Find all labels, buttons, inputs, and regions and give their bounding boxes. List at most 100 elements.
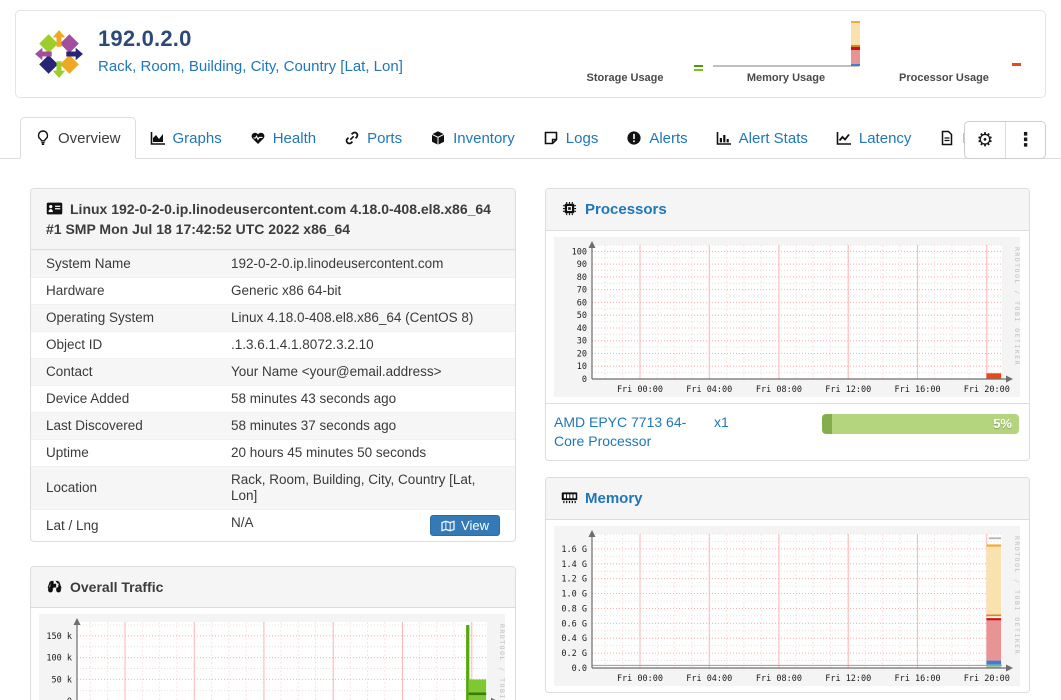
librenms-device-page: 192.0.2.0 Rack, Room, Building, City, Co… (0, 0, 1061, 700)
tab-ports[interactable]: Ports (330, 118, 416, 158)
tab-label: Alert Stats (738, 129, 808, 147)
memory-graph[interactable]: 0.0 0.2 G 0.4 G 0.6 G 0.8 G 1.0 G 1.2 G 1.4 G 1.… (554, 526, 1020, 686)
tab-logs[interactable]: Logs (529, 118, 613, 158)
centos-logo-icon (34, 29, 84, 79)
svg-text:Fri 00:00: Fri 00:00 (617, 674, 663, 684)
device-ip-title: 192.0.2.0 (98, 26, 192, 51)
svg-text:RRDTOOL / TOBI OETIKER: RRDTOOL / TOBI OETIKER (1013, 247, 1020, 366)
svg-text:RRDTOOL / TOBI OETIKER: RRDTOOL / TOBI OETIKER (1013, 536, 1020, 655)
row-value: Your Name <your@email.address> (231, 364, 442, 379)
sticky-note-icon (543, 130, 559, 146)
traffic-title: Overall Traffic (70, 579, 164, 595)
svg-text:Fri 12:00: Fri 12:00 (825, 385, 871, 395)
memory-panel-heading: Memory (546, 478, 1029, 520)
svg-text:Fri 04:00: Fri 04:00 (686, 674, 732, 684)
svg-text:Fri 08:00: Fri 08:00 (756, 674, 802, 684)
lightbulb-icon (35, 130, 51, 146)
memory-usage-label: Memory Usage (746, 72, 826, 84)
table-row: System Name 192-0-2-0.ip.linodeuserconten… (31, 250, 515, 278)
heartbeat-icon (250, 130, 266, 146)
tab-graphs[interactable]: Graphs (136, 118, 236, 158)
row-label: Location (46, 480, 98, 495)
svg-text:80: 80 (577, 273, 587, 283)
memory-icon (561, 490, 578, 505)
binoculars-icon (46, 579, 63, 594)
svg-text:1.4 G: 1.4 G (561, 560, 587, 570)
processors-panel: Processors 0 10 20 30 40 50 60 70 80 90 100 Fri 00:… (545, 188, 1030, 461)
svg-text:Fri 20:00: Fri 20:00 (964, 385, 1010, 395)
tab-alert-stats[interactable]: Alert Stats (702, 118, 822, 158)
chart-area-icon (150, 130, 166, 146)
tab-inventory[interactable]: Inventory (416, 118, 529, 158)
svg-text:50 k: 50 k (52, 675, 72, 685)
view-button-label: View (461, 518, 489, 533)
kebab-menu-icon: ⋮ (1016, 129, 1035, 151)
svg-text:Fri 16:00: Fri 16:00 (895, 385, 941, 395)
table-row: Hardware Generic x86 64-bit (31, 277, 515, 305)
system-panel-heading: Linux 192-0-2-0.ip.linodeusercontent.com… (31, 189, 515, 250)
svg-text:1.0 G: 1.0 G (561, 590, 587, 600)
settings-button[interactable]: ⚙ (965, 122, 1005, 158)
microchip-icon (561, 201, 578, 216)
row-value: Rack, Room, Building, City, Country [Lat… (231, 472, 476, 503)
processor-usage-label: Processor Usage (899, 72, 989, 84)
row-value: Linux 4.18.0-408.el8.x86_64 (CentOS 8) (231, 310, 474, 325)
svg-text:Fri 16:00: Fri 16:00 (895, 674, 941, 684)
svg-text:0.8 G: 0.8 G (561, 604, 587, 614)
device-actions-group: ⚙ ⋮ (964, 121, 1046, 159)
overall-traffic-graph[interactable]: 050 k100 k150 kFri 00:00Fri 04:00Fri 08:… (39, 614, 505, 700)
svg-text:100 k: 100 k (46, 654, 72, 664)
storage-usage-label: Storage Usage (586, 72, 664, 84)
system-panel: Linux 192-0-2-0.ip.linodeusercontent.com… (30, 188, 516, 542)
svg-text:RRDTOOL / TOBI OETIKER: RRDTOOL / TOBI OETIKER (498, 624, 505, 700)
svg-text:0: 0 (582, 375, 587, 385)
tab-bar: Overview Graphs Health Ports Inventory Logs Al… (0, 117, 1061, 159)
row-label: Device Added (46, 391, 130, 406)
row-value: N/A View (216, 510, 515, 542)
svg-text:1.2 G: 1.2 G (561, 575, 587, 585)
storage-usage-minigraph[interactable]: Storage Usage (570, 11, 703, 97)
memory-usage-minigraph[interactable]: Memory Usage (711, 11, 866, 97)
row-value: 58 minutes 37 seconds ago (231, 418, 397, 433)
tab-label: Latency (858, 129, 912, 147)
processor-usage-minigraph[interactable]: Processor Usage (874, 11, 1024, 97)
tab-latency[interactable]: Latency (822, 118, 926, 158)
svg-text:Fri 08:00: Fri 08:00 (756, 385, 802, 395)
svg-text:Fri 12:00: Fri 12:00 (825, 674, 871, 684)
processors-graph[interactable]: 0 10 20 30 40 50 60 70 80 90 100 Fri 00:00 Fri 04:00… (554, 237, 1020, 397)
file-icon (939, 130, 955, 146)
id-card-icon (46, 201, 63, 216)
right-column: Processors 0 10 20 30 40 50 60 70 80 90 100 Fri 00:… (545, 188, 1030, 693)
tab-health[interactable]: Health (236, 118, 330, 158)
svg-text:50: 50 (577, 311, 587, 321)
row-label: Last Discovered (46, 418, 143, 433)
map-icon (441, 519, 455, 532)
device-location-link[interactable]: Rack, Room, Building, City, Country [Lat… (98, 58, 403, 75)
svg-text:10: 10 (577, 362, 587, 372)
row-value: .1.3.6.1.4.1.8072.3.2.10 (231, 337, 374, 352)
device-header: 192.0.2.0 Rack, Room, Building, City, Co… (15, 10, 1046, 98)
processors-panel-heading: Processors (546, 189, 1029, 231)
gear-icon: ⚙ (976, 129, 994, 151)
row-value: 192-0-2-0.ip.linodeusercontent.com (231, 256, 444, 271)
storage-minigraph-marks (694, 65, 703, 71)
cpu-count: x1 (714, 414, 729, 430)
svg-text:40: 40 (577, 324, 587, 334)
processors-title: Processors (585, 201, 667, 218)
tab-overview[interactable]: Overview (20, 117, 136, 159)
chart-line-icon (836, 130, 852, 146)
svg-text:1.6 G: 1.6 G (561, 545, 587, 555)
more-actions-button[interactable]: ⋮ (1005, 122, 1045, 158)
row-label: Object ID (46, 337, 103, 352)
svg-text:0.4 G: 0.4 G (561, 634, 587, 644)
cpu-name-link[interactable]: AMD EPYC 7713 64-Core Processor (554, 413, 706, 451)
tab-alerts[interactable]: Alerts (612, 118, 701, 158)
svg-text:20: 20 (577, 349, 587, 359)
chart-bar-icon (716, 130, 732, 146)
tab-list: Overview Graphs Health Ports Inventory Logs Al… (20, 117, 1016, 159)
row-label: Operating System (46, 310, 155, 325)
svg-text:60: 60 (577, 298, 587, 308)
svg-text:Fri 00:00: Fri 00:00 (617, 385, 663, 395)
tab-label: Inventory (453, 129, 515, 147)
view-location-button[interactable]: View (430, 515, 500, 536)
